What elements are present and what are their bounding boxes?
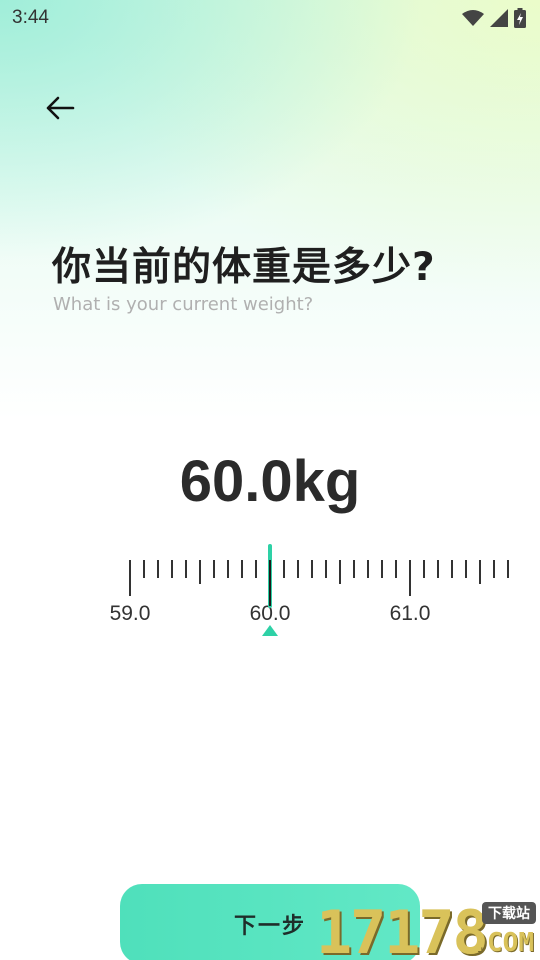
weight-value-display: 60.0kg	[179, 449, 361, 514]
header-gradient-background	[0, 0, 540, 420]
cell-signal-icon	[490, 9, 508, 27]
site-watermark: 17178 下载站 .COM	[316, 898, 540, 960]
watermark-digits: 17178	[316, 898, 489, 960]
ruler-label: 61.0	[390, 602, 431, 625]
status-time: 3:44	[12, 7, 49, 28]
battery-charging-icon	[514, 8, 526, 28]
weight-ruler-picker[interactable]: 59.0 60.0 61.0	[0, 540, 540, 640]
watermark-badge: 下载站	[482, 902, 536, 924]
ruler-label: 59.0	[110, 602, 151, 625]
watermark-suffix: .COM	[471, 928, 534, 958]
ruler-pointer-triangle-icon	[262, 625, 278, 636]
arrow-left-icon	[46, 96, 75, 120]
status-icons	[462, 8, 526, 28]
back-button[interactable]	[36, 88, 84, 128]
page-subtitle: What is your current weight?	[53, 294, 314, 315]
status-bar: 3:44	[0, 0, 540, 36]
ruler-selected-tick	[269, 560, 271, 606]
page-title: 你当前的体重是多少?	[52, 245, 436, 290]
wifi-icon	[462, 10, 484, 26]
